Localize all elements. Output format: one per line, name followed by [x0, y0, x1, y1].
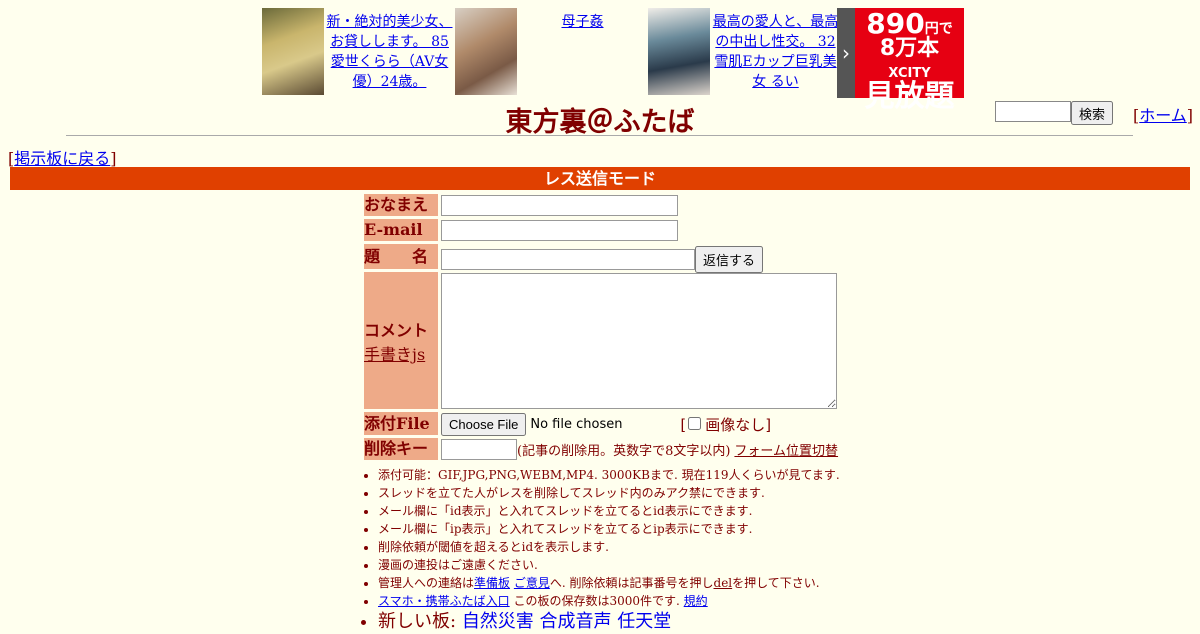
list-item: 削除依頼が閾値を超えるとidを表示します.	[378, 538, 840, 556]
feedback-link[interactable]: ご意見	[514, 576, 550, 590]
comment-textarea[interactable]	[441, 273, 837, 409]
mobile-entry-link[interactable]: スマホ・携帯ふたば入口	[378, 594, 510, 608]
del-link[interactable]: del	[714, 576, 733, 590]
note-text: 管理人への連絡は	[378, 576, 475, 590]
home-link-wrapper: [ホーム]	[1133, 106, 1194, 125]
choose-file-button[interactable]: Choose File	[441, 413, 527, 436]
name-label: おなまえ	[364, 194, 438, 216]
back-to-board-link[interactable]: 掲示板に戻る	[14, 149, 110, 168]
ad-item[interactable]: 新・絶対的美少女、お貸しします。 85 愛世くらら（AV女優）24歳。	[262, 8, 455, 98]
ad-link[interactable]: 母子姦	[562, 14, 604, 30]
list-item: 新しい板: 自然災害 合成音声 任天堂	[378, 610, 840, 634]
search-box: 検索	[995, 101, 1114, 125]
note-text: この板の保存数は3000件です.	[513, 594, 680, 608]
email-label: E-mail	[364, 219, 438, 241]
list-item: 管理人への連絡は準備板 ご意見へ. 削除依頼は記事番号を押しdelを押して下さい…	[378, 574, 840, 592]
xcity-banner[interactable]: › 890円で 8万本 XCITY 見放題	[837, 8, 964, 112]
handwrite-js-link[interactable]: 手書きjs	[364, 341, 438, 365]
ad-item[interactable]: 母子姦	[455, 8, 648, 98]
delkey-note: (記事の削除用。英数字で8文字以内)	[517, 444, 731, 459]
chevron-right-icon[interactable]: ›	[837, 8, 855, 98]
back-link-wrapper: [掲示板に戻る]	[8, 149, 117, 168]
ad-thumbnail[interactable]	[648, 8, 710, 95]
ad-thumbnail[interactable]	[262, 8, 324, 95]
subject-field[interactable]	[441, 249, 695, 270]
ad-link[interactable]: 最高の愛人と、最高の中出し性交。 32 雪肌Eカップ巨乳美女 るい	[713, 14, 838, 90]
email-field[interactable]	[441, 220, 678, 241]
ad-item[interactable]: 最高の愛人と、最高の中出し性交。 32 雪肌Eカップ巨乳美女 るい	[648, 8, 841, 98]
name-field[interactable]	[441, 195, 678, 216]
board-link-disaster[interactable]: 自然災害	[462, 611, 534, 632]
notes-list: 添付可能：GIF,JPG,PNG,WEBM,MP4. 3000KBまで. 現在1…	[362, 466, 840, 634]
home-link[interactable]: ホーム	[1139, 106, 1187, 125]
ad-row: 新・絶対的美少女、お貸しします。 85 愛世くらら（AV女優）24歳。 母子姦 …	[262, 8, 841, 98]
reply-mode-bar: レス送信モード	[10, 167, 1190, 190]
delkey-label: 削除キー	[364, 438, 438, 460]
divider	[66, 135, 1133, 136]
ad-thumbnail[interactable]	[455, 8, 517, 95]
banner-price-unit: 円で	[924, 21, 953, 37]
comment-label-cell: コメント 手書きjs	[364, 272, 438, 409]
list-item: メール欄に「ip表示」と入れてスレッドを立てるとip表示にできます.	[378, 520, 840, 538]
list-item: スマホ・携帯ふたば入口 この板の保存数は3000件です. 規約	[378, 592, 840, 610]
new-boards-label: 新しい板:	[378, 611, 457, 632]
board-link-nintendo[interactable]: 任天堂	[617, 611, 671, 632]
search-button[interactable]: 検索	[1071, 101, 1114, 125]
no-image-checkbox[interactable]	[688, 417, 702, 430]
list-item: メール欄に「id表示」と入れてスレッドを立てるとid表示にできます.	[378, 502, 840, 520]
delete-key-field[interactable]	[441, 439, 517, 460]
no-file-text: No file chosen	[530, 417, 623, 432]
ad-link[interactable]: 新・絶対的美少女、お貸しします。 85 愛世くらら（AV女優）24歳。	[327, 14, 453, 90]
note-text: へ. 削除依頼は記事番号を押し	[549, 576, 714, 590]
no-image-label: 画像なし	[705, 416, 766, 434]
submit-reply-button[interactable]: 返信する	[695, 246, 764, 273]
terms-link[interactable]: 規約	[684, 594, 708, 608]
note-text: を押して下さい.	[732, 576, 820, 590]
comment-label: コメント	[364, 320, 429, 340]
banner-count: 8万本	[879, 36, 940, 61]
list-item: 漫画の連投はご遠慮ください.	[378, 556, 840, 574]
form-position-toggle-link[interactable]: フォーム位置切替	[734, 440, 838, 459]
subject-label: 題 名	[364, 244, 438, 269]
list-item: スレッドを立てた人がレスを削除してスレッド内のみアク禁にできます.	[378, 484, 840, 502]
file-label: 添付File	[364, 412, 438, 435]
search-input[interactable]	[995, 101, 1071, 122]
list-item: 添付可能：GIF,JPG,PNG,WEBM,MP4. 3000KBまで. 現在1…	[378, 466, 840, 484]
board-link-voice[interactable]: 合成音声	[540, 611, 612, 632]
junbi-board-link[interactable]: 準備板	[474, 576, 510, 590]
